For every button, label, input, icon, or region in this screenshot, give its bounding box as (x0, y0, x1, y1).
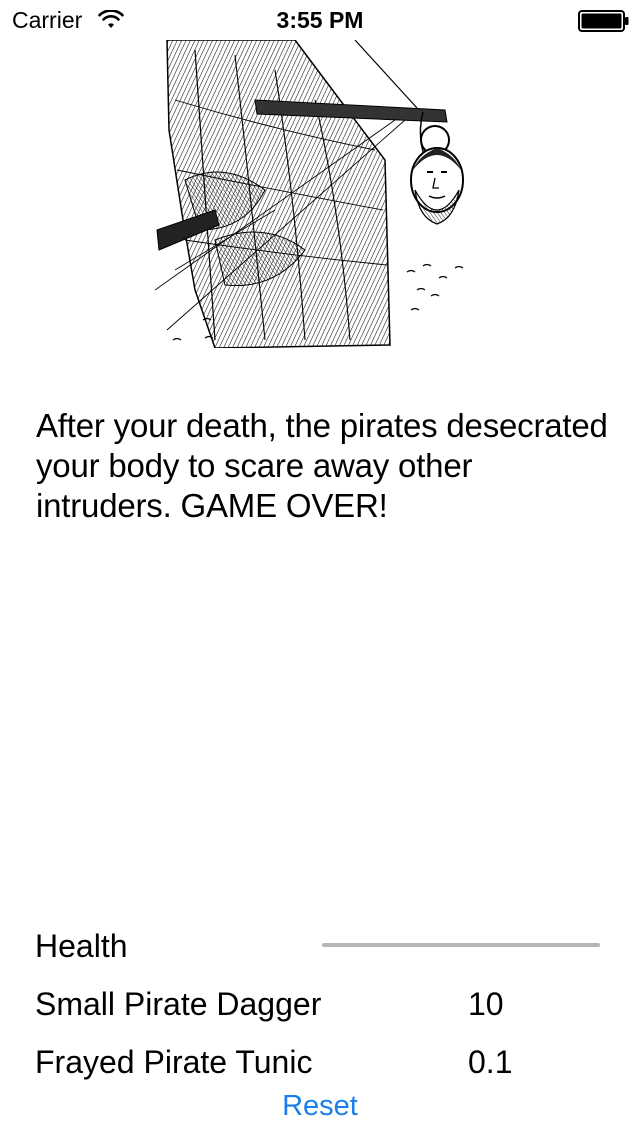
story-text: After your death, the pirates desecrated… (36, 407, 608, 524)
weapon-name: Small Pirate Dagger (35, 986, 322, 1022)
status-bar: Carrier 3:55 PM (0, 0, 640, 40)
armor-value: 0.1 (468, 1044, 513, 1080)
reset-button[interactable]: Reset (0, 1088, 640, 1124)
pirate-ship-severed-head-illustration (155, 40, 464, 348)
clock: 3:55 PM (276, 7, 364, 33)
health-progress-bar (322, 943, 600, 947)
armor-name: Frayed Pirate Tunic (35, 1044, 313, 1080)
weapon-value: 10 (468, 986, 504, 1022)
battery-full-icon (578, 10, 629, 32)
health-label: Health (35, 928, 128, 964)
